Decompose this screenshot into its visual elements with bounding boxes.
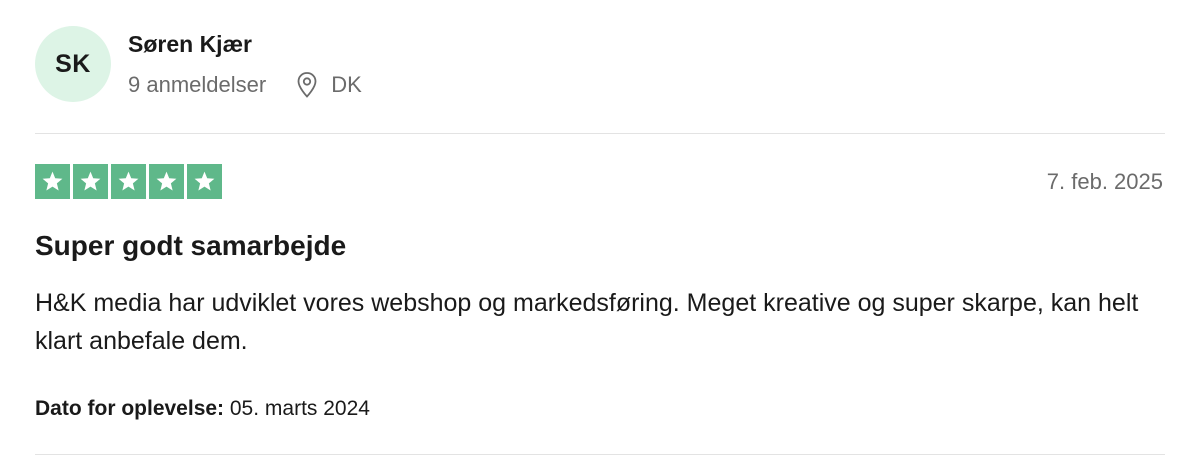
review-count: 9 anmeldelser <box>128 72 267 97</box>
reviewer-meta: 9 anmeldelser DK <box>128 70 362 100</box>
star-icon <box>156 171 177 191</box>
star-icon <box>118 171 139 191</box>
divider-bottom <box>35 454 1165 455</box>
review-body: H&K media har udviklet vores webshop og … <box>35 289 1139 355</box>
star-1 <box>35 164 70 199</box>
experience-label: Dato for oplevelse: <box>35 397 225 420</box>
reviewer-name[interactable]: Søren Kjær <box>128 31 252 58</box>
star-4 <box>149 164 184 199</box>
star-icon <box>194 171 215 191</box>
location-pin-icon <box>297 72 317 98</box>
location-label: DK <box>331 72 362 97</box>
experience-date: Dato for oplevelse: 05. marts 2024 <box>35 397 370 421</box>
review-date: 7. feb. 2025 <box>1046 169 1163 194</box>
experience-value: 05. marts 2024 <box>224 397 370 420</box>
star-icon <box>42 171 63 191</box>
star-5 <box>187 164 222 199</box>
star-2 <box>73 164 108 199</box>
star-rating <box>35 164 222 199</box>
review-card: SK Søren Kjær 9 anmeldelser DK 7. feb. 2… <box>0 0 1200 475</box>
avatar[interactable]: SK <box>35 26 111 102</box>
star-3 <box>111 164 146 199</box>
star-icon <box>80 171 101 191</box>
divider-top <box>35 133 1165 134</box>
reviewer-location: DK <box>296 71 362 99</box>
review-title: Super godt samarbejde <box>35 230 347 261</box>
avatar-initials: SK <box>55 49 91 78</box>
